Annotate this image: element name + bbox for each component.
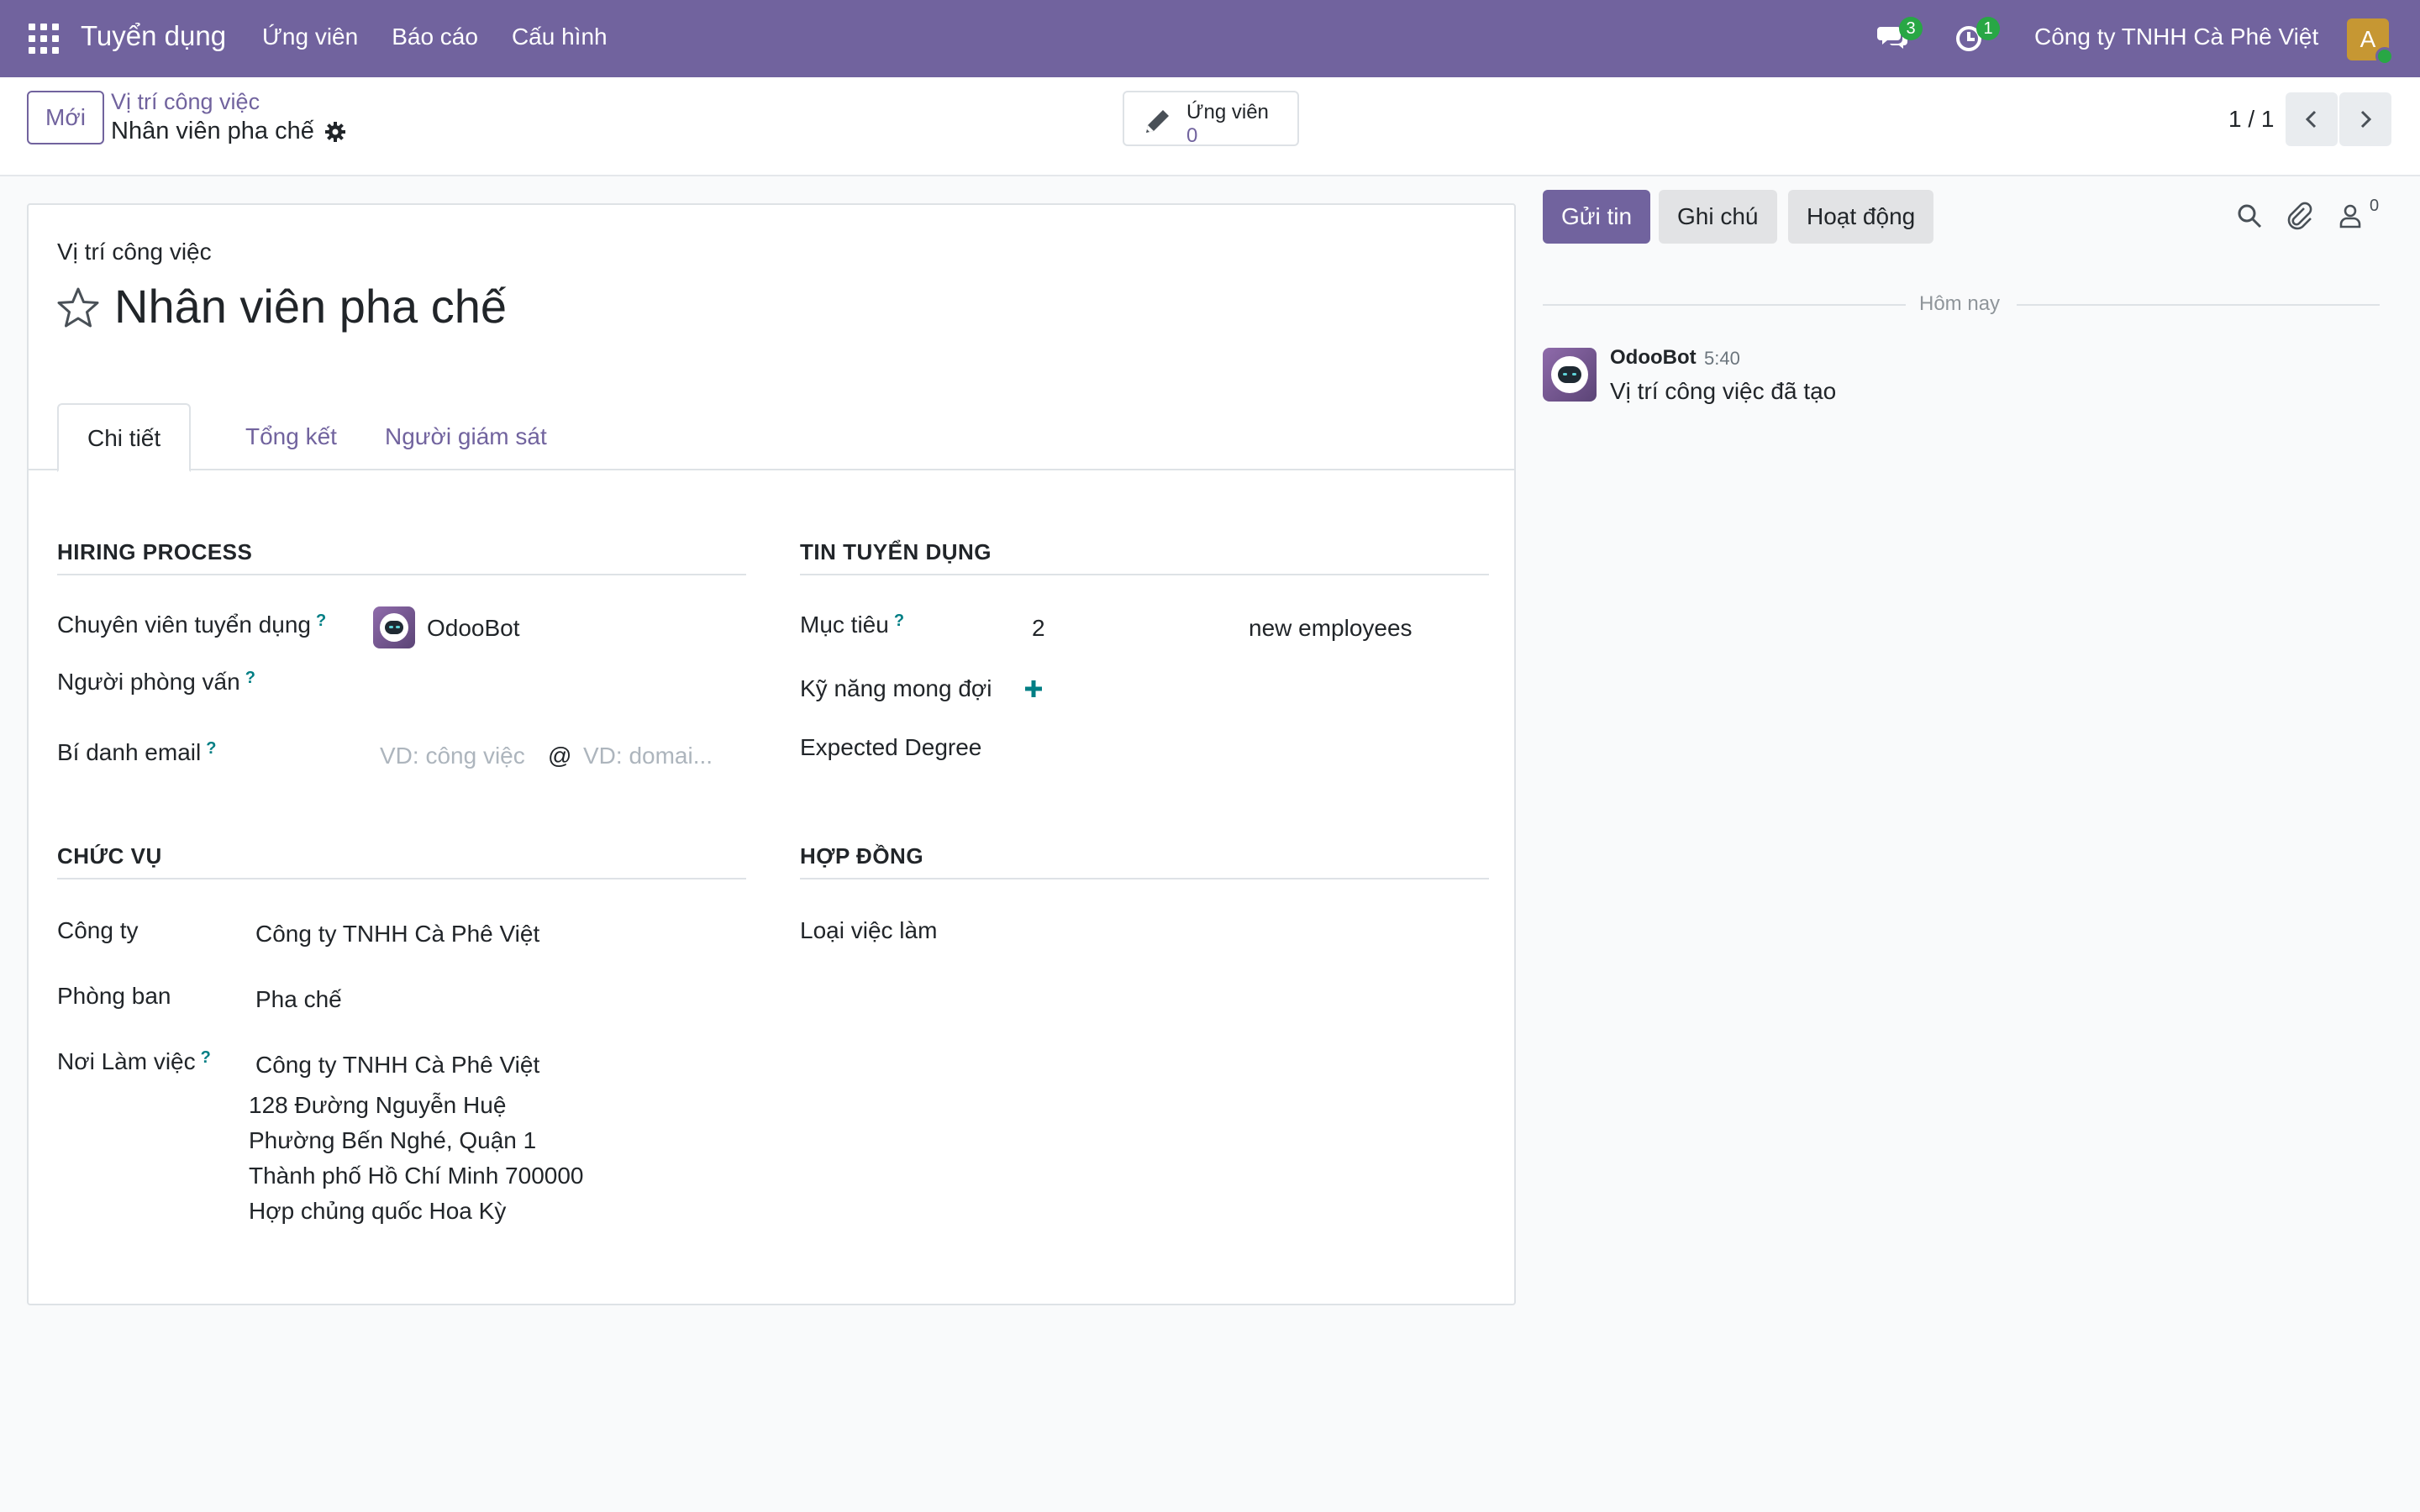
- chevron-right-icon: [2360, 110, 2372, 129]
- interviewer-label-text: Người phòng vấn: [57, 669, 240, 695]
- form-sheet: Vị trí công việc Nhân viên pha chế Chi t…: [27, 203, 1516, 1305]
- date-separator-line: [2017, 304, 2380, 306]
- address-line: Phường Bến Nghé, Quận 1: [249, 1127, 537, 1153]
- skills-label: Kỹ năng mong đợi: [800, 675, 992, 701]
- help-icon[interactable]: ?: [316, 612, 326, 630]
- message-author[interactable]: OdooBot: [1610, 346, 1697, 370]
- workplace-field[interactable]: Công ty TNHH Cà Phê Việt: [255, 1052, 539, 1079]
- messages-button[interactable]: 3: [1877, 17, 1923, 55]
- recruiter-label-text: Chuyên viên tuyển dụng: [57, 612, 311, 638]
- message-time: 5:40: [1704, 348, 1740, 369]
- interviewer-label: Người phòng vấn?: [57, 669, 255, 696]
- workplace-label: Nơi Làm việc?: [57, 1048, 211, 1075]
- target-label-text: Mục tiêu: [800, 612, 889, 638]
- date-separator: Hôm nay: [1919, 292, 2001, 315]
- record-title-input[interactable]: Nhân viên pha chế: [114, 279, 507, 333]
- followers-count: 0: [2370, 197, 2380, 215]
- breadcrumb-current-label: Nhân viên pha chế: [111, 118, 314, 144]
- address-line: Hợp chủng quốc Hoa Kỳ: [249, 1198, 507, 1224]
- tab-supervisor[interactable]: Người giám sát: [356, 403, 576, 470]
- group-recruitment: TIN TUYỂN DỤNG: [800, 539, 1489, 575]
- target-label: Mục tiêu?: [800, 612, 904, 638]
- online-status-dot: [2375, 47, 2394, 66]
- help-icon[interactable]: ?: [894, 612, 904, 630]
- alias-at-sign: @: [548, 743, 572, 769]
- email-alias-label: Bí danh email?: [57, 739, 216, 766]
- company-label: Công ty: [57, 917, 139, 943]
- new-button[interactable]: Mới: [27, 91, 104, 144]
- menu-item-reports[interactable]: Báo cáo: [392, 24, 478, 50]
- address-line: 128 Đường Nguyễn Huệ: [249, 1092, 507, 1118]
- breadcrumb-parent[interactable]: Vị trí công việc: [111, 89, 260, 115]
- favorite-star-icon[interactable]: [55, 286, 101, 331]
- help-icon[interactable]: ?: [245, 669, 255, 687]
- employment-type-label: Loại việc làm: [800, 917, 938, 943]
- chevron-left-icon: [2305, 110, 2317, 129]
- recruiter-label: Chuyên viên tuyển dụng?: [57, 612, 326, 638]
- tab-summary[interactable]: Tổng kết: [217, 403, 366, 470]
- user-initial: A: [2360, 26, 2376, 52]
- activities-button[interactable]: 1: [1954, 17, 2000, 55]
- menu-item-applicants[interactable]: Ứng viên: [262, 24, 358, 50]
- target-input[interactable]: 2: [1032, 615, 1045, 642]
- alias-name-input[interactable]: VD: công việc: [380, 743, 525, 769]
- apps-grid-icon[interactable]: [29, 24, 59, 54]
- notebook-tabs: Chi tiết Tổng kết Người giám sát: [29, 403, 1514, 472]
- add-skill-plus-icon[interactable]: [1023, 679, 1044, 699]
- pager-value[interactable]: 1 / 1: [2228, 106, 2274, 133]
- stat-label: Ứng viên: [1186, 101, 1269, 123]
- company-switcher[interactable]: Công ty TNHH Cà Phê Việt: [2034, 24, 2318, 50]
- pager-previous-button[interactable]: [2286, 92, 2338, 146]
- message-author-avatar[interactable]: [1543, 348, 1597, 402]
- followers-icon[interactable]: [2336, 202, 2365, 230]
- stat-value: 0: [1186, 124, 1198, 147]
- activities-button[interactable]: Hoạt động: [1788, 190, 1934, 244]
- company-field[interactable]: Công ty TNHH Cà Phê Việt: [255, 921, 539, 948]
- search-icon[interactable]: [2235, 202, 2264, 230]
- main-menu: Ứng viên Báo cáo Cấu hình: [262, 24, 608, 50]
- group-position: CHỨC VỤ: [57, 843, 746, 879]
- applicants-stat-button[interactable]: Ứng viên 0: [1123, 91, 1299, 147]
- messages-badge: 3: [1899, 17, 1923, 40]
- alias-domain-input[interactable]: VD: domai...: [583, 743, 713, 769]
- activities-badge: 1: [1976, 17, 2000, 40]
- message-body: Vị trí công việc đã tạo: [1610, 378, 1837, 404]
- app-title[interactable]: Tuyển dụng: [81, 20, 226, 52]
- recruiter-avatar: [373, 606, 415, 648]
- log-note-button[interactable]: Ghi chú: [1659, 190, 1777, 244]
- group-hiring-process: HIRING PROCESS: [57, 539, 746, 575]
- target-unit: new employees: [1249, 615, 1413, 641]
- gear-icon[interactable]: [324, 121, 346, 143]
- menu-item-configuration[interactable]: Cấu hình: [512, 24, 608, 50]
- paperclip-icon[interactable]: [2286, 202, 2314, 230]
- help-icon[interactable]: ?: [201, 1048, 211, 1067]
- help-icon[interactable]: ?: [206, 739, 216, 758]
- send-message-button[interactable]: Gửi tin: [1543, 190, 1651, 244]
- pencil-icon: [1146, 110, 1169, 133]
- address-line: Thành phố Hồ Chí Minh 700000: [249, 1163, 584, 1189]
- form-title-label: Vị trí công việc: [57, 239, 212, 265]
- pager-next-button[interactable]: [2339, 92, 2391, 146]
- breadcrumb-current: Nhân viên pha chế: [111, 118, 346, 145]
- user-avatar[interactable]: A: [2347, 18, 2394, 66]
- department-field[interactable]: Pha chế: [255, 986, 342, 1013]
- control-panel: Mới Vị trí công việc Nhân viên pha chế Ứ…: [0, 77, 2420, 176]
- tab-details[interactable]: Chi tiết: [57, 403, 192, 472]
- group-contract: HỢP ĐỒNG: [800, 843, 1489, 879]
- email-alias-label-text: Bí danh email: [57, 739, 202, 765]
- expected-degree-label: Expected Degree: [800, 734, 982, 760]
- top-navbar: Tuyển dụng Ứng viên Báo cáo Cấu hình 3 1…: [0, 0, 2420, 77]
- recruiter-field[interactable]: OdooBot: [427, 615, 520, 642]
- workplace-label-text: Nơi Làm việc: [57, 1048, 196, 1074]
- date-separator-line: [1543, 304, 1906, 306]
- department-label: Phòng ban: [57, 983, 171, 1009]
